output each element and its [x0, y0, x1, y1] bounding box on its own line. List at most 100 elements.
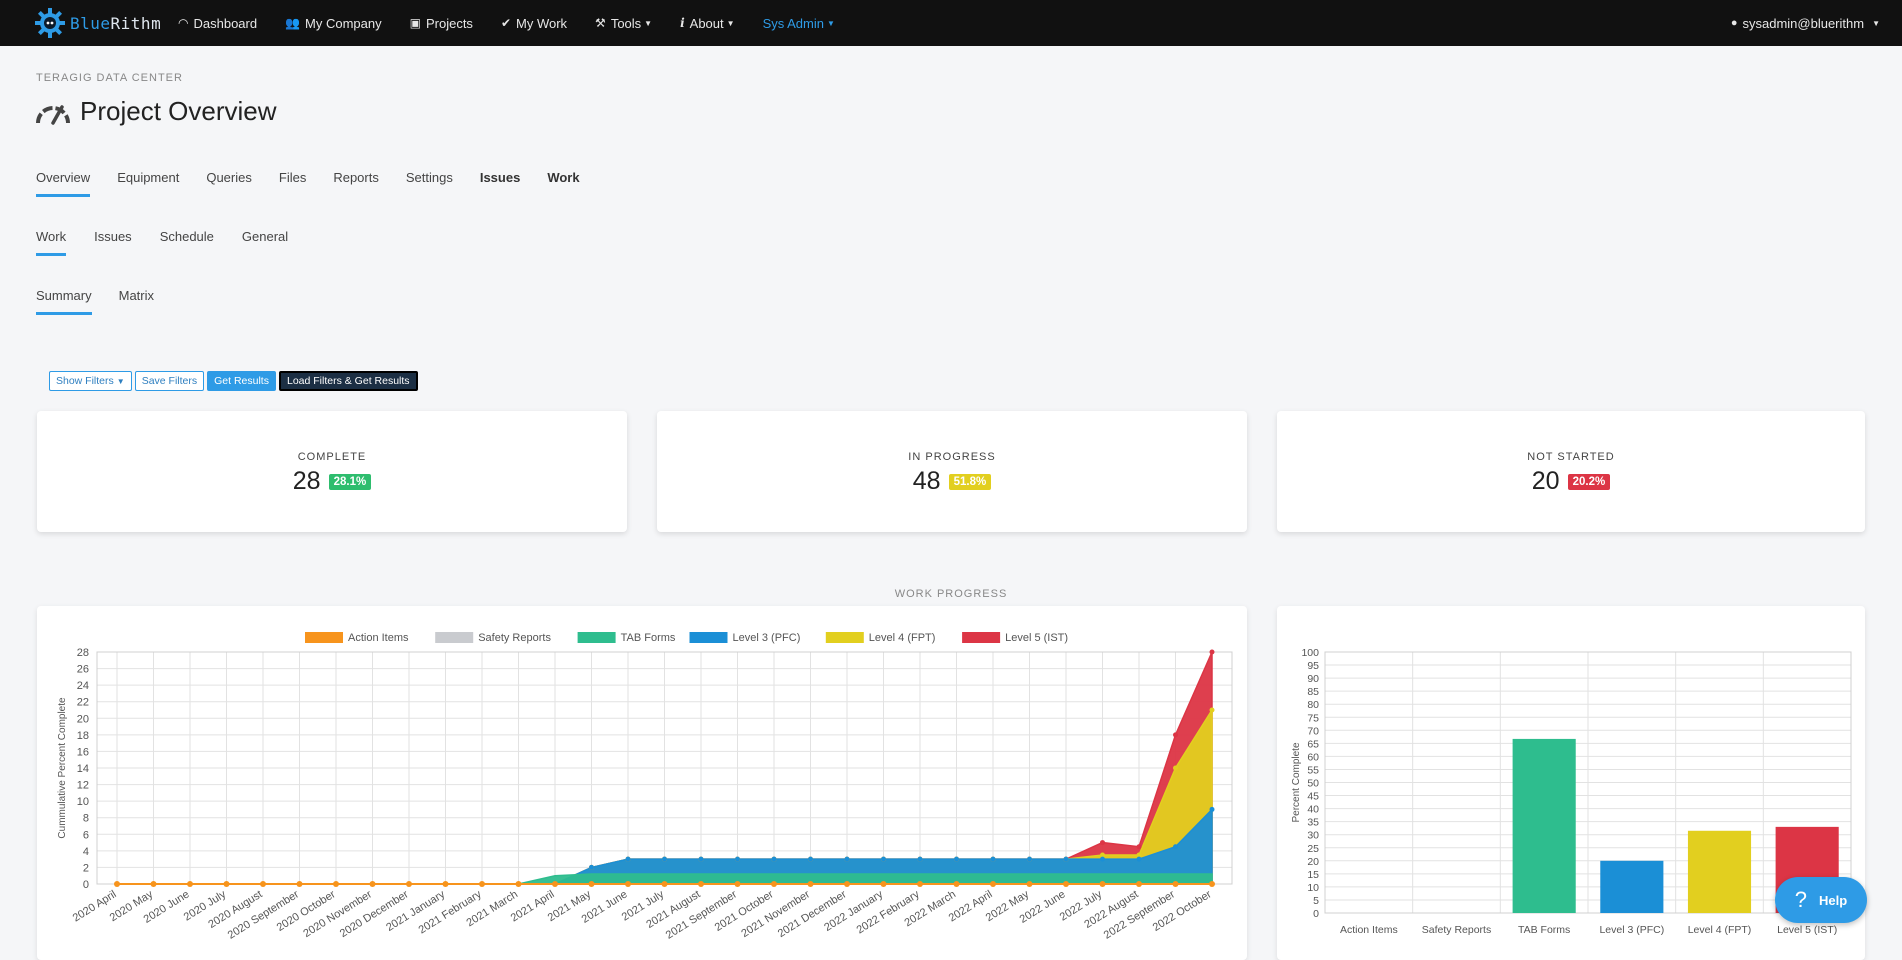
stat-label: NOT STARTED: [1527, 451, 1615, 463]
area-chart: Action Items Safety Reports TAB Forms Level…: [57, 632, 1233, 942]
help-button[interactable]: ? Help: [1775, 877, 1867, 923]
stat-label: COMPLETE: [297, 451, 367, 463]
y-tick-label: 40: [1307, 804, 1319, 816]
data-point: [917, 856, 923, 862]
y-tick-label: 30: [1307, 830, 1319, 842]
x-tick-label: Safety Reports: [1422, 924, 1491, 936]
x-tick-label: Action Items: [1340, 924, 1398, 936]
stat-label: IN PROGRESS: [908, 451, 996, 463]
tab-work[interactable]: Work: [547, 170, 579, 197]
show-filters-button[interactable]: Show Filters ▼: [49, 371, 132, 391]
nav-sys-admin[interactable]: Sys Admin ▼: [763, 16, 835, 31]
data-point: [807, 881, 814, 887]
data-point: [1209, 707, 1215, 713]
tab-reports[interactable]: Reports: [333, 170, 379, 197]
show-filters-label: Show Filters: [56, 375, 114, 387]
nav-about-label: About: [689, 15, 724, 31]
subtab-general[interactable]: General: [242, 229, 288, 256]
chevron-down-icon: ▼: [726, 18, 735, 28]
stat-value: 48: [912, 467, 941, 495]
y-tick-label: 60: [1307, 751, 1319, 763]
data-point: [735, 856, 740, 862]
data-point: [990, 856, 996, 862]
data-point: [953, 881, 960, 887]
tab-queries[interactable]: Queries: [206, 170, 252, 197]
breadcrumb: TERAGIG DATA CENTER: [36, 72, 183, 84]
viewtab-matrix[interactable]: Matrix: [119, 288, 154, 315]
data-point: [661, 881, 668, 887]
data-point: [1063, 881, 1069, 887]
bar-level-4-fpt-: [1687, 830, 1752, 913]
legend-label: Safety Reports: [478, 632, 551, 644]
y-tick-label: 26: [77, 664, 89, 676]
brand-name-part1: Blue: [70, 13, 111, 33]
brand-logo-link[interactable]: BlueRithm: [34, 7, 164, 39]
y-tick-label: 20: [1307, 856, 1319, 868]
legend-label: Level 5 (IST): [1005, 632, 1068, 644]
data-point: [771, 856, 777, 862]
stat-value: 28: [292, 467, 321, 495]
y-tick-label: 10: [77, 796, 89, 808]
y-tick-label: 45: [1307, 791, 1319, 803]
tab-overview[interactable]: Overview: [36, 170, 91, 197]
y-tick-label: 65: [1307, 738, 1319, 750]
briefcase-icon: ▣: [409, 16, 421, 30]
save-filters-button[interactable]: Save Filters: [134, 371, 205, 391]
tab-issues[interactable]: Issues: [480, 170, 520, 197]
y-tick-label: 10: [1307, 882, 1319, 894]
data-point: [1026, 881, 1033, 887]
data-point: [881, 856, 886, 862]
data-point: [150, 881, 157, 887]
data-point: [1173, 765, 1178, 771]
data-point: [1063, 856, 1069, 862]
subtab-schedule[interactable]: Schedule: [160, 229, 214, 256]
y-tick-label: 18: [77, 730, 89, 742]
y-tick-label: 24: [77, 680, 89, 692]
nav-my-company[interactable]: 👥 My Company: [285, 16, 382, 31]
view-tabs: Summary Matrix: [36, 288, 181, 315]
y-tick-label: 55: [1307, 764, 1319, 776]
get-results-button[interactable]: Get Results: [207, 371, 276, 391]
subtab-issues[interactable]: Issues: [94, 229, 132, 256]
stat-value: 20: [1531, 467, 1560, 495]
legend-label: Action Items: [348, 632, 409, 644]
data-point: [1209, 649, 1215, 655]
nav-my-company-label: My Company: [305, 15, 382, 31]
sub-tabs: Work Issues Schedule General: [36, 229, 316, 256]
legend-item: Level 3 (PFC): [689, 632, 800, 644]
nav-sys-admin-label: Sys Admin: [762, 15, 824, 31]
y-tick-label: 20: [77, 713, 89, 725]
nav-dashboard[interactable]: ◠ Dashboard: [178, 16, 257, 31]
brand-gear-icon: [35, 8, 65, 38]
nav-projects-label: Projects: [425, 15, 473, 31]
data-point: [187, 881, 193, 887]
nav-my-work[interactable]: ✔ My Work: [501, 16, 567, 31]
nav-tools[interactable]: ⚒ Tools ▼: [595, 16, 652, 31]
info-icon: i: [680, 16, 685, 30]
y-tick-label: 50: [1307, 778, 1319, 790]
legend-label: TAB Forms: [621, 632, 676, 644]
top-navbar: BlueRithm ◠ Dashboard 👥 My Company ▣ Pro…: [0, 0, 1902, 46]
tab-settings[interactable]: Settings: [406, 170, 453, 197]
nav-about[interactable]: i About ▼: [680, 16, 734, 31]
data-point: [662, 856, 667, 862]
gauge-icon: ◠: [178, 16, 189, 30]
nav-tools-label: Tools: [610, 15, 642, 31]
data-point: [1099, 881, 1106, 887]
user-menu[interactable]: ● sysadmin@bluerithm ▼: [1731, 0, 1880, 46]
viewtab-summary[interactable]: Summary: [36, 288, 92, 315]
y-tick-label: 70: [1307, 725, 1319, 737]
subtab-work[interactable]: Work: [36, 229, 67, 256]
legend-item: Level 4 (FPT): [825, 632, 935, 644]
y-tick-label: 4: [83, 846, 89, 858]
data-point: [1172, 881, 1179, 887]
load-filters-button[interactable]: Load Filters & Get Results: [278, 371, 418, 391]
legend-item: Action Items: [305, 632, 409, 644]
tab-equipment[interactable]: Equipment: [117, 170, 179, 197]
filter-toolbar: Show Filters ▼ Save Filters Get Results …: [49, 371, 421, 391]
tab-files[interactable]: Files: [279, 170, 306, 197]
bar-tab-forms: [1512, 738, 1576, 913]
nav-projects[interactable]: ▣ Projects: [410, 16, 473, 31]
y-tick-label: 0: [1313, 908, 1319, 920]
data-point: [223, 881, 230, 887]
